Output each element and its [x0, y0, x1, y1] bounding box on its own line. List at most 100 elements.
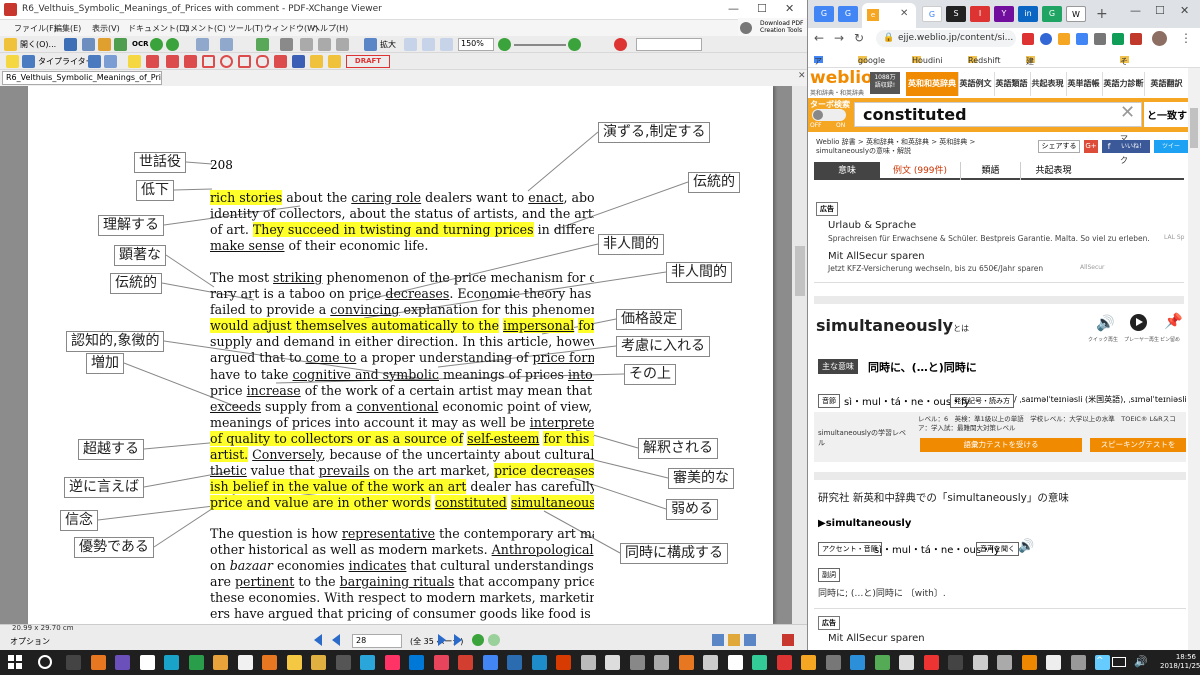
- taskbar-app-icon[interactable]: [948, 655, 963, 670]
- annotation-right-5[interactable]: 価格設定: [616, 309, 682, 330]
- back-arrow-icon[interactable]: ←: [814, 31, 824, 45]
- taskbar-app-icon[interactable]: [262, 655, 277, 670]
- annotation-right-4[interactable]: 非人間的: [666, 262, 732, 283]
- taskbar-app-icon[interactable]: [482, 655, 498, 670]
- tab-favicon-7[interactable]: Y: [994, 6, 1014, 22]
- taskbar-app-icon[interactable]: [727, 655, 743, 670]
- zoom-in-icon[interactable]: [364, 38, 377, 51]
- cloud-icon[interactable]: [256, 55, 269, 68]
- annotation-left-8[interactable]: 超越する: [78, 439, 144, 460]
- underline-icon[interactable]: [146, 55, 159, 68]
- pin-icon[interactable]: [292, 55, 305, 68]
- extension-icon-2[interactable]: [1040, 33, 1052, 45]
- tab-favicon-6[interactable]: I: [970, 6, 990, 22]
- taskbar-app-icon[interactable]: [433, 655, 449, 670]
- zoom-slider[interactable]: [514, 44, 566, 46]
- forward-icon[interactable]: [166, 38, 179, 51]
- clear-search-icon[interactable]: ✕: [1120, 102, 1135, 123]
- annotation-right-10[interactable]: 弱める: [666, 499, 718, 520]
- tray-chevron-icon[interactable]: ^: [1096, 656, 1104, 666]
- browser-vertical-scrollbar[interactable]: [1188, 68, 1200, 650]
- menu-view[interactable]: 表示(V): [92, 23, 120, 34]
- nav-collocations[interactable]: 共起表現: [1030, 72, 1064, 96]
- reload-icon[interactable]: ↻: [854, 31, 864, 45]
- continuous-icon[interactable]: [728, 634, 740, 646]
- browser-minimize-icon[interactable]: —: [1130, 4, 1141, 17]
- facebook-icon[interactable]: f: [1102, 140, 1116, 153]
- taskbar-app-icon[interactable]: [629, 655, 645, 670]
- annotation-right-11[interactable]: 同時に構成する: [620, 543, 728, 564]
- tab-synonyms[interactable]: 類語: [960, 162, 1020, 180]
- zoom-button[interactable]: 拡大: [380, 39, 396, 50]
- taskbar-app-icon[interactable]: [605, 655, 620, 670]
- fit-width-icon[interactable]: [422, 38, 435, 51]
- options-button[interactable]: オプション: [10, 636, 50, 647]
- tab-favicon-10[interactable]: W: [1066, 6, 1086, 22]
- menu-comment[interactable]: コメント(C): [182, 23, 226, 34]
- pdf-scroll-thumb[interactable]: [795, 246, 805, 296]
- line-icon[interactable]: [184, 55, 197, 68]
- select-icon[interactable]: [280, 38, 293, 51]
- eraser-icon[interactable]: [328, 55, 341, 68]
- annotation-right-6[interactable]: 考慮に入れる: [616, 336, 710, 357]
- ad-2-title[interactable]: Mit AllSecur sparen: [828, 251, 925, 262]
- typewriter-icon[interactable]: [22, 55, 35, 68]
- clock[interactable]: 18:56 2018/11/25: [1160, 653, 1200, 671]
- extension-icon-7[interactable]: [1130, 33, 1142, 45]
- annotation-right-2[interactable]: 伝統的: [688, 172, 740, 193]
- menu-document[interactable]: ドキュメント(D): [128, 23, 188, 34]
- annotation-left-7[interactable]: 増加: [86, 353, 124, 374]
- polyline-icon[interactable]: [274, 55, 287, 68]
- document-tab[interactable]: R6_Velthuis_Symbolic_Meanings_of_Prices …: [2, 71, 162, 85]
- annotation-left-2[interactable]: 低下: [136, 180, 174, 201]
- fit-page-icon[interactable]: [404, 38, 417, 51]
- listen-speaker-icon[interactable]: 🔊: [1018, 539, 1034, 554]
- annotation-right-9[interactable]: 審美的な: [668, 468, 734, 489]
- nav-synonyms[interactable]: 英語類語: [994, 72, 1028, 96]
- turbo-toggle[interactable]: [812, 109, 846, 121]
- taskbar-app-icon[interactable]: [531, 655, 547, 670]
- annotation-left-11[interactable]: 優勢である: [74, 537, 154, 558]
- tab-favicon-8[interactable]: in: [1018, 6, 1038, 22]
- taskbar-app-icon[interactable]: [801, 655, 816, 670]
- menu-edit[interactable]: 編集(E): [54, 23, 81, 34]
- speaking-test-button[interactable]: スピーキングテストを: [1090, 438, 1186, 452]
- stop-icon[interactable]: [614, 38, 627, 51]
- menu-window[interactable]: ウィンドウ(W): [264, 23, 318, 34]
- ad-3-title[interactable]: Mit AllSecur sparen: [828, 633, 925, 644]
- extension-icon-5[interactable]: [1094, 33, 1106, 45]
- textbox-icon[interactable]: [88, 55, 101, 68]
- single-page-icon[interactable]: [712, 634, 724, 646]
- annotation-left-10[interactable]: 信念: [60, 510, 98, 531]
- email-icon[interactable]: [114, 38, 127, 51]
- tab-active[interactable]: e ✕: [862, 3, 916, 28]
- save-icon[interactable]: [64, 38, 77, 51]
- search-box[interactable]: [636, 38, 702, 51]
- taskbar-app-icon[interactable]: [825, 655, 841, 670]
- google-plus-icon[interactable]: G+: [1084, 140, 1098, 153]
- pin-icon[interactable]: 📌: [1164, 312, 1183, 330]
- menu-file[interactable]: ファイル(F): [14, 23, 57, 34]
- scan-icon[interactable]: [98, 38, 111, 51]
- new-tab-icon[interactable]: +: [1096, 6, 1108, 22]
- tab-favicon-1[interactable]: G: [814, 6, 834, 22]
- next-page-icon[interactable]: [438, 634, 446, 646]
- nav-translate[interactable]: 英語翻訳: [1144, 72, 1188, 96]
- history-back-icon[interactable]: [472, 634, 484, 646]
- pencil-icon[interactable]: [310, 55, 323, 68]
- taskbar-app-icon[interactable]: [1070, 655, 1086, 670]
- browser-maximize-icon[interactable]: ☐: [1155, 4, 1165, 17]
- player-play-icon[interactable]: [1130, 314, 1147, 331]
- annotation-right-1[interactable]: 演ずる,制定する: [598, 122, 711, 143]
- tab-favicon-5[interactable]: S: [946, 6, 966, 22]
- nav-ej-dictionary[interactable]: 英和和英辞典: [906, 72, 958, 96]
- history-forward-icon[interactable]: [488, 634, 500, 646]
- tab-favicon-2[interactable]: G: [838, 6, 858, 22]
- pdf-vertical-scrollbar[interactable]: [792, 86, 807, 624]
- tab-collocations[interactable]: 共起表現: [1020, 162, 1086, 180]
- pdf-document-view[interactable]: 208 rich stories about the caring role d…: [0, 86, 792, 624]
- taskbar-app-icon[interactable]: [188, 655, 204, 670]
- search-input[interactable]: constituted: [854, 102, 1142, 127]
- tab-favicon-4[interactable]: G: [922, 6, 942, 22]
- taskbar-app-icon[interactable]: [556, 655, 571, 670]
